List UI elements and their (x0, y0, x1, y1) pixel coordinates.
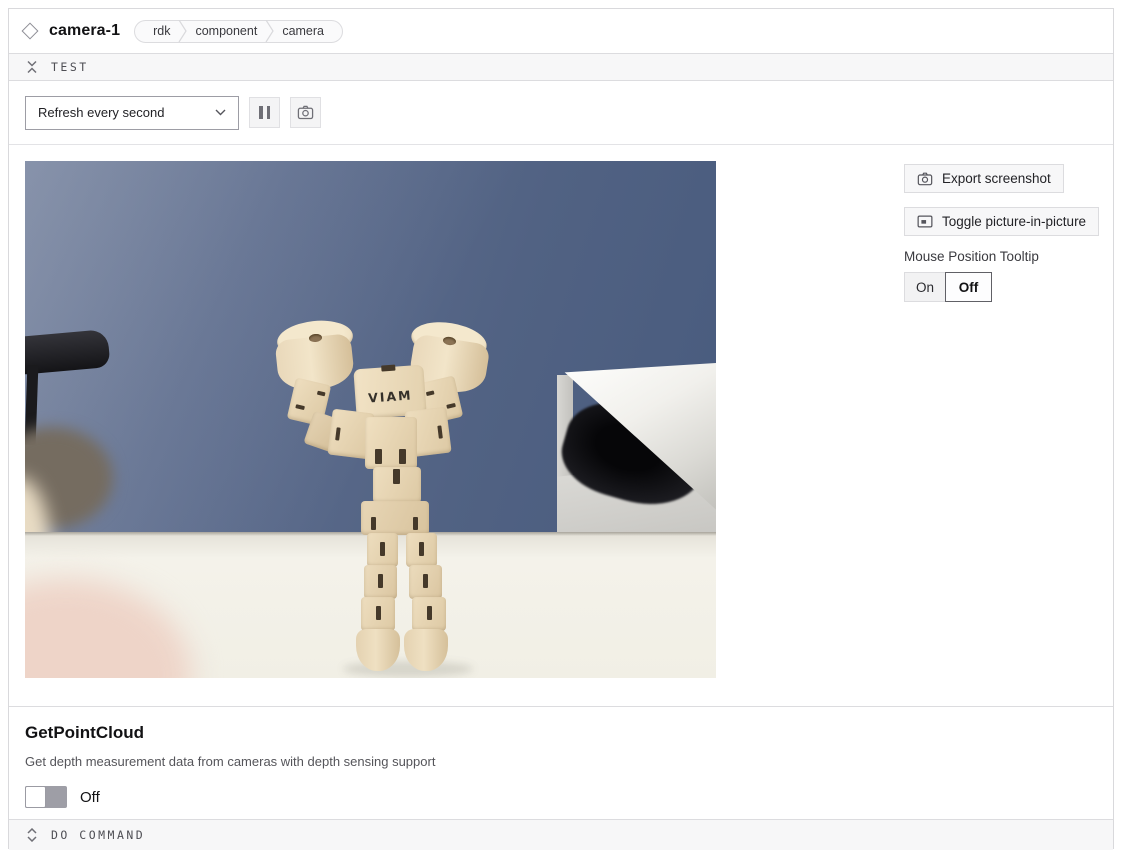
breadcrumb-item-rdk: rdk (147, 24, 176, 38)
get-point-cloud-toggle[interactable] (25, 786, 67, 808)
expand-icon[interactable] (25, 828, 39, 842)
viam-logo: VIAM (355, 387, 426, 407)
robot-left-leg (367, 533, 398, 567)
mouse-position-tooltip-label: Mouse Position Tooltip (904, 249, 1109, 264)
toggle-pip-label: Toggle picture-in-picture (942, 214, 1086, 229)
refresh-rate-select[interactable]: Refresh every second (25, 96, 239, 130)
get-point-cloud-section: GetPointCloud Get depth measurement data… (9, 706, 1113, 819)
component-header: camera-1 rdk component camera (9, 9, 1113, 53)
get-point-cloud-description: Get depth measurement data from cameras … (25, 754, 1113, 769)
get-point-cloud-title: GetPointCloud (25, 723, 1113, 743)
export-screenshot-label: Export screenshot (942, 171, 1051, 186)
tooltip-toggle-group: On Off (904, 272, 1109, 302)
test-section-label: TEST (51, 60, 89, 74)
camera-icon (917, 172, 933, 186)
robot-waist (373, 467, 421, 503)
breadcrumb-item-component: component (189, 24, 263, 38)
tooltip-off-button[interactable]: Off (945, 272, 992, 302)
pause-stream-button[interactable] (249, 97, 280, 128)
camera-stream-image: VIAM (25, 161, 716, 678)
robot-right-leg (406, 533, 437, 567)
picture-in-picture-icon (917, 215, 933, 228)
camera-icon (297, 105, 314, 120)
do-command-section-label: DO COMMAND (51, 828, 145, 842)
screenshot-button[interactable] (290, 97, 321, 128)
chevron-down-icon (215, 109, 226, 116)
chevron-separator-icon (178, 20, 187, 42)
toggle-pip-button[interactable]: Toggle picture-in-picture (904, 207, 1099, 236)
refresh-rate-value: Refresh every second (38, 105, 164, 120)
camera-component-card: camera-1 rdk component camera TEST Refre… (8, 8, 1114, 849)
component-title: camera-1 (49, 22, 120, 40)
breadcrumb: rdk component camera (134, 20, 343, 43)
breadcrumb-item-camera: camera (276, 24, 330, 38)
get-point-cloud-toggle-label: Off (80, 789, 100, 806)
chevron-separator-icon (265, 20, 274, 42)
collapse-icon[interactable] (25, 60, 39, 74)
toggle-knob (25, 786, 46, 808)
robot-chest (365, 417, 417, 469)
stream-toolbar: Refresh every second (9, 81, 1113, 145)
do-command-section-header[interactable]: DO COMMAND (9, 819, 1113, 850)
tooltip-on-button[interactable]: On (904, 272, 946, 302)
export-screenshot-button[interactable]: Export screenshot (904, 164, 1064, 193)
component-diamond-icon (22, 23, 39, 40)
stream-controls: Export screenshot Toggle picture-in-pict… (904, 164, 1109, 302)
stream-panel: VIAM (9, 145, 1113, 706)
pause-icon (259, 106, 270, 119)
robot-hips (361, 501, 429, 535)
test-section-header[interactable]: TEST (9, 53, 1113, 81)
